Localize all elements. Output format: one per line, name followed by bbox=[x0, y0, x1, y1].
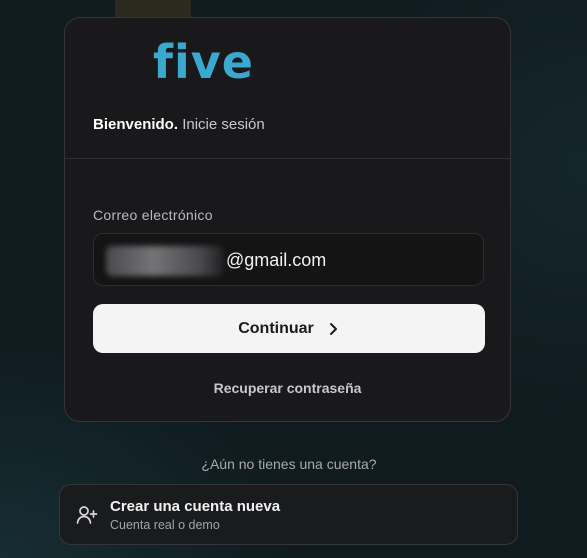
chevron-right-icon bbox=[329, 322, 337, 335]
redacted-email-part bbox=[106, 246, 224, 276]
card-header: five Bienvenido. Inicie sesión bbox=[65, 18, 510, 159]
brand-logo: five bbox=[153, 35, 254, 89]
email-field[interactable]: @gmail.com bbox=[93, 233, 484, 286]
welcome-subtitle: Inicie sesión bbox=[182, 116, 265, 133]
email-label: Correo electrónico bbox=[93, 207, 213, 223]
create-account-title: Crear una cuenta nueva bbox=[110, 498, 281, 515]
login-card: five Bienvenido. Inicie sesión Correo el… bbox=[64, 17, 511, 422]
welcome-title: Bienvenido. bbox=[93, 116, 179, 133]
continue-label: Continuar bbox=[238, 319, 314, 337]
email-value: @gmail.com bbox=[226, 250, 327, 270]
continue-button[interactable]: Continuar bbox=[93, 304, 485, 353]
create-account-button[interactable]: Crear una cuenta nueva Cuenta real o dem… bbox=[59, 484, 518, 545]
no-account-prompt: ¿Aún no tienes una cuenta? bbox=[201, 456, 377, 472]
add-user-icon bbox=[76, 506, 98, 524]
recover-password-link[interactable]: Recuperar contraseña bbox=[65, 380, 510, 396]
create-account-subtitle: Cuenta real o demo bbox=[110, 518, 220, 532]
welcome-text: Bienvenido. Inicie sesión bbox=[93, 116, 265, 134]
